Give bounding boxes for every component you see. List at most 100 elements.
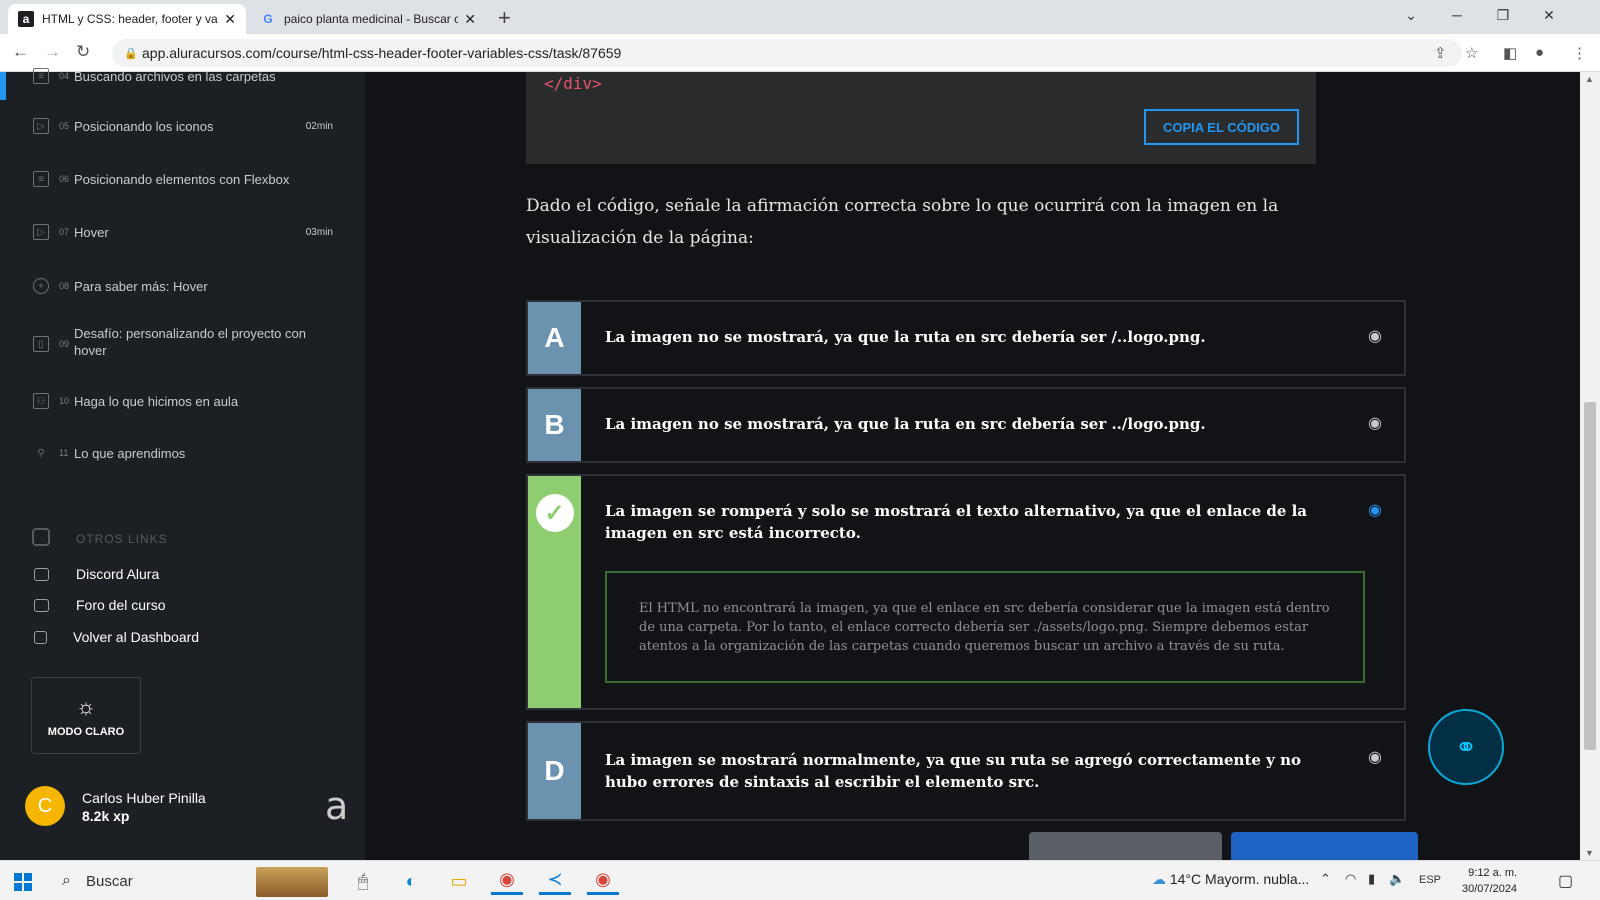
dashboard-link[interactable]: Volver al Dashboard <box>73 629 199 645</box>
option-c-correct[interactable]: ✓ La imagen se romperá y solo se mostrar… <box>526 474 1406 710</box>
close-window-icon[interactable]: ✕ <box>1526 0 1572 30</box>
option-letter: B <box>528 389 581 461</box>
option-text: La imagen no se mostrará, ya que la ruta… <box>605 328 1206 346</box>
copy-code-button[interactable]: COPIA EL CÓDIGO <box>1144 109 1299 145</box>
lesson-number: 05 <box>59 121 70 131</box>
option-letter: A <box>528 302 581 374</box>
windows-start-icon[interactable] <box>14 873 32 891</box>
language-indicator[interactable]: ESP <box>1419 874 1441 886</box>
explanation-box: El HTML no encontrará la imagen, ya que … <box>605 571 1365 683</box>
tab-google[interactable]: G paico planta medicinal - Buscar c ✕ <box>250 4 486 34</box>
scroll-down-icon[interactable]: ▼ <box>1585 848 1594 858</box>
side-panel-icon[interactable]: ◧ <box>1503 44 1517 62</box>
option-text: La imagen no se mostrará, ya que la ruta… <box>605 415 1206 433</box>
lesson-item[interactable]: ≡ 04 Buscando archivos en las carpetas <box>0 66 365 86</box>
otros-links-heading: OTROS LINKS <box>76 532 168 546</box>
user-xp: 8.2k xp <box>82 808 130 824</box>
user-panel[interactable]: C Carlos Huber Pinilla 8.2k xp a <box>0 772 365 860</box>
eye-icon[interactable]: ◉ <box>1368 326 1382 346</box>
url-text: app.aluracursos.com/course/html-css-head… <box>142 45 622 61</box>
eye-icon[interactable]: ◉ <box>1368 413 1382 433</box>
forum-icon <box>34 599 49 612</box>
bookmark-star-icon[interactable]: ☆ <box>1465 44 1478 62</box>
sun-icon: ☼ <box>75 693 97 719</box>
lesson-item[interactable]: ⚲ 11 Lo que aprendimos <box>0 443 365 463</box>
lesson-number: 04 <box>59 71 70 81</box>
alura-logo-icon: a <box>325 784 349 828</box>
correct-indicator: ✓ <box>528 476 581 708</box>
clock-time: 9:12 a. m. <box>1468 867 1518 879</box>
lesson-number: 09 <box>59 339 70 349</box>
volume-icon[interactable]: 🔈 <box>1389 871 1405 887</box>
cloud-icon: ☁ <box>1152 871 1170 887</box>
light-mode-button[interactable]: ☼ MODO CLARO <box>31 677 141 754</box>
menu-icon[interactable]: ⋮ <box>1572 44 1587 62</box>
next-button[interactable] <box>1231 832 1418 860</box>
links-icon <box>32 528 50 546</box>
lesson-item[interactable]: ≡ 06 Posicionando elementos con Flexbox <box>0 169 365 189</box>
scroll-thumb[interactable] <box>1584 402 1596 750</box>
course-sidebar: ≡ 04 Buscando archivos en las carpetas ▷… <box>0 68 365 860</box>
notifications-icon[interactable]: ▢ <box>1558 871 1573 891</box>
wifi-icon[interactable]: ◠ <box>1345 871 1356 887</box>
restore-icon[interactable]: ❐ <box>1480 0 1526 30</box>
option-b[interactable]: B La imagen no se mostrará, ya que la ru… <box>526 387 1406 463</box>
option-a[interactable]: A La imagen no se mostrará, ya que la ru… <box>526 300 1406 376</box>
lesson-duration: 03min <box>305 226 333 238</box>
lesson-duration: 02min <box>305 120 333 132</box>
lesson-item[interactable]: ▯ 09 Desafío: personalizando el proyecto… <box>0 326 365 358</box>
tab-list-icon[interactable]: ⌄ <box>1388 0 1434 30</box>
alura-favicon-icon: a <box>18 11 34 27</box>
clock-date: 30/07/2024 <box>1462 883 1518 895</box>
tab-alura[interactable]: a HTML y CSS: header, footer y var ✕ <box>8 4 246 34</box>
list-icon: ≡ <box>33 68 49 84</box>
person-check-icon: ⚲ <box>37 447 45 459</box>
chevron-up-icon[interactable]: ⌃ <box>1320 871 1331 887</box>
option-text: La imagen se mostrará normalmente, ya qu… <box>605 751 1301 791</box>
new-tab-icon[interactable]: + <box>498 5 511 31</box>
profile-icon[interactable]: ● <box>1535 44 1544 61</box>
lesson-number: 11 <box>59 448 69 458</box>
lesson-label: Posicionando elementos con Flexbox <box>74 171 290 187</box>
lesson-label: Buscando archivos en las carpetas <box>74 68 276 84</box>
lesson-item[interactable]: ▷ 05 Posicionando los iconos 02min <box>0 116 365 136</box>
discord-icon <box>34 568 49 581</box>
url-field[interactable]: 🔒 app.aluracursos.com/course/html-css-he… <box>112 39 1462 67</box>
minimize-icon[interactable]: ─ <box>1434 0 1480 30</box>
file-explorer-icon[interactable]: ▭ <box>443 867 475 895</box>
vscode-icon[interactable]: ≺ <box>539 867 571 895</box>
scroll-up-icon[interactable]: ▲ <box>1585 74 1594 84</box>
user-name: Carlos Huber Pinilla <box>82 790 206 806</box>
forum-link[interactable]: Foro del curso <box>76 597 165 613</box>
lesson-item[interactable]: ▷ 07 Hover 03min <box>0 222 365 242</box>
close-tab-icon[interactable]: ✕ <box>224 11 236 28</box>
lesson-item[interactable]: + 08 Para saber más: Hover <box>0 276 365 296</box>
clock[interactable]: 9:12 a. m. 30/07/2024 <box>1462 865 1517 897</box>
battery-icon[interactable]: ▮ <box>1368 871 1375 887</box>
back-icon[interactable]: ← <box>12 42 29 62</box>
eye-icon[interactable]: ◉ <box>1368 747 1382 767</box>
share-icon[interactable]: ⇪ <box>1434 44 1447 62</box>
chatbot-button[interactable]: ⚭ <box>1428 709 1504 785</box>
close-tab-icon[interactable]: ✕ <box>464 11 476 28</box>
edge-icon[interactable]: ◐ <box>395 867 427 895</box>
lesson-item[interactable]: ⚇ 10 Haga lo que hicimos en aula <box>0 391 365 411</box>
mouse-app-icon[interactable]: 🖱 <box>347 867 379 895</box>
option-d[interactable]: D La imagen se mostrará normalmente, ya … <box>526 721 1406 821</box>
taskbar-search[interactable]: ⌕ Buscar <box>48 861 338 900</box>
code-text: </div> <box>544 74 602 93</box>
reload-icon[interactable]: ↻ <box>76 42 90 62</box>
light-mode-label: MODO CLARO <box>47 725 125 738</box>
chrome-icon[interactable]: ◉ <box>587 867 619 895</box>
page-scrollbar[interactable]: ▲ ▼ <box>1580 72 1600 860</box>
chatbot-icon: ⚭ <box>1455 731 1477 762</box>
previous-button[interactable] <box>1029 832 1222 860</box>
lesson-label: Posicionando los iconos <box>74 118 214 134</box>
weather-widget[interactable]: ☁ 14°C Mayorm. nubla... <box>1152 871 1309 888</box>
eye-icon[interactable]: ◉ <box>1368 500 1382 520</box>
people-icon: ⚇ <box>33 393 49 409</box>
discord-link[interactable]: Discord Alura <box>76 566 159 582</box>
tab-title: HTML y CSS: header, footer y var <box>42 12 219 26</box>
chrome-icon[interactable]: ◉ <box>491 867 523 895</box>
forward-icon[interactable]: → <box>44 42 61 62</box>
